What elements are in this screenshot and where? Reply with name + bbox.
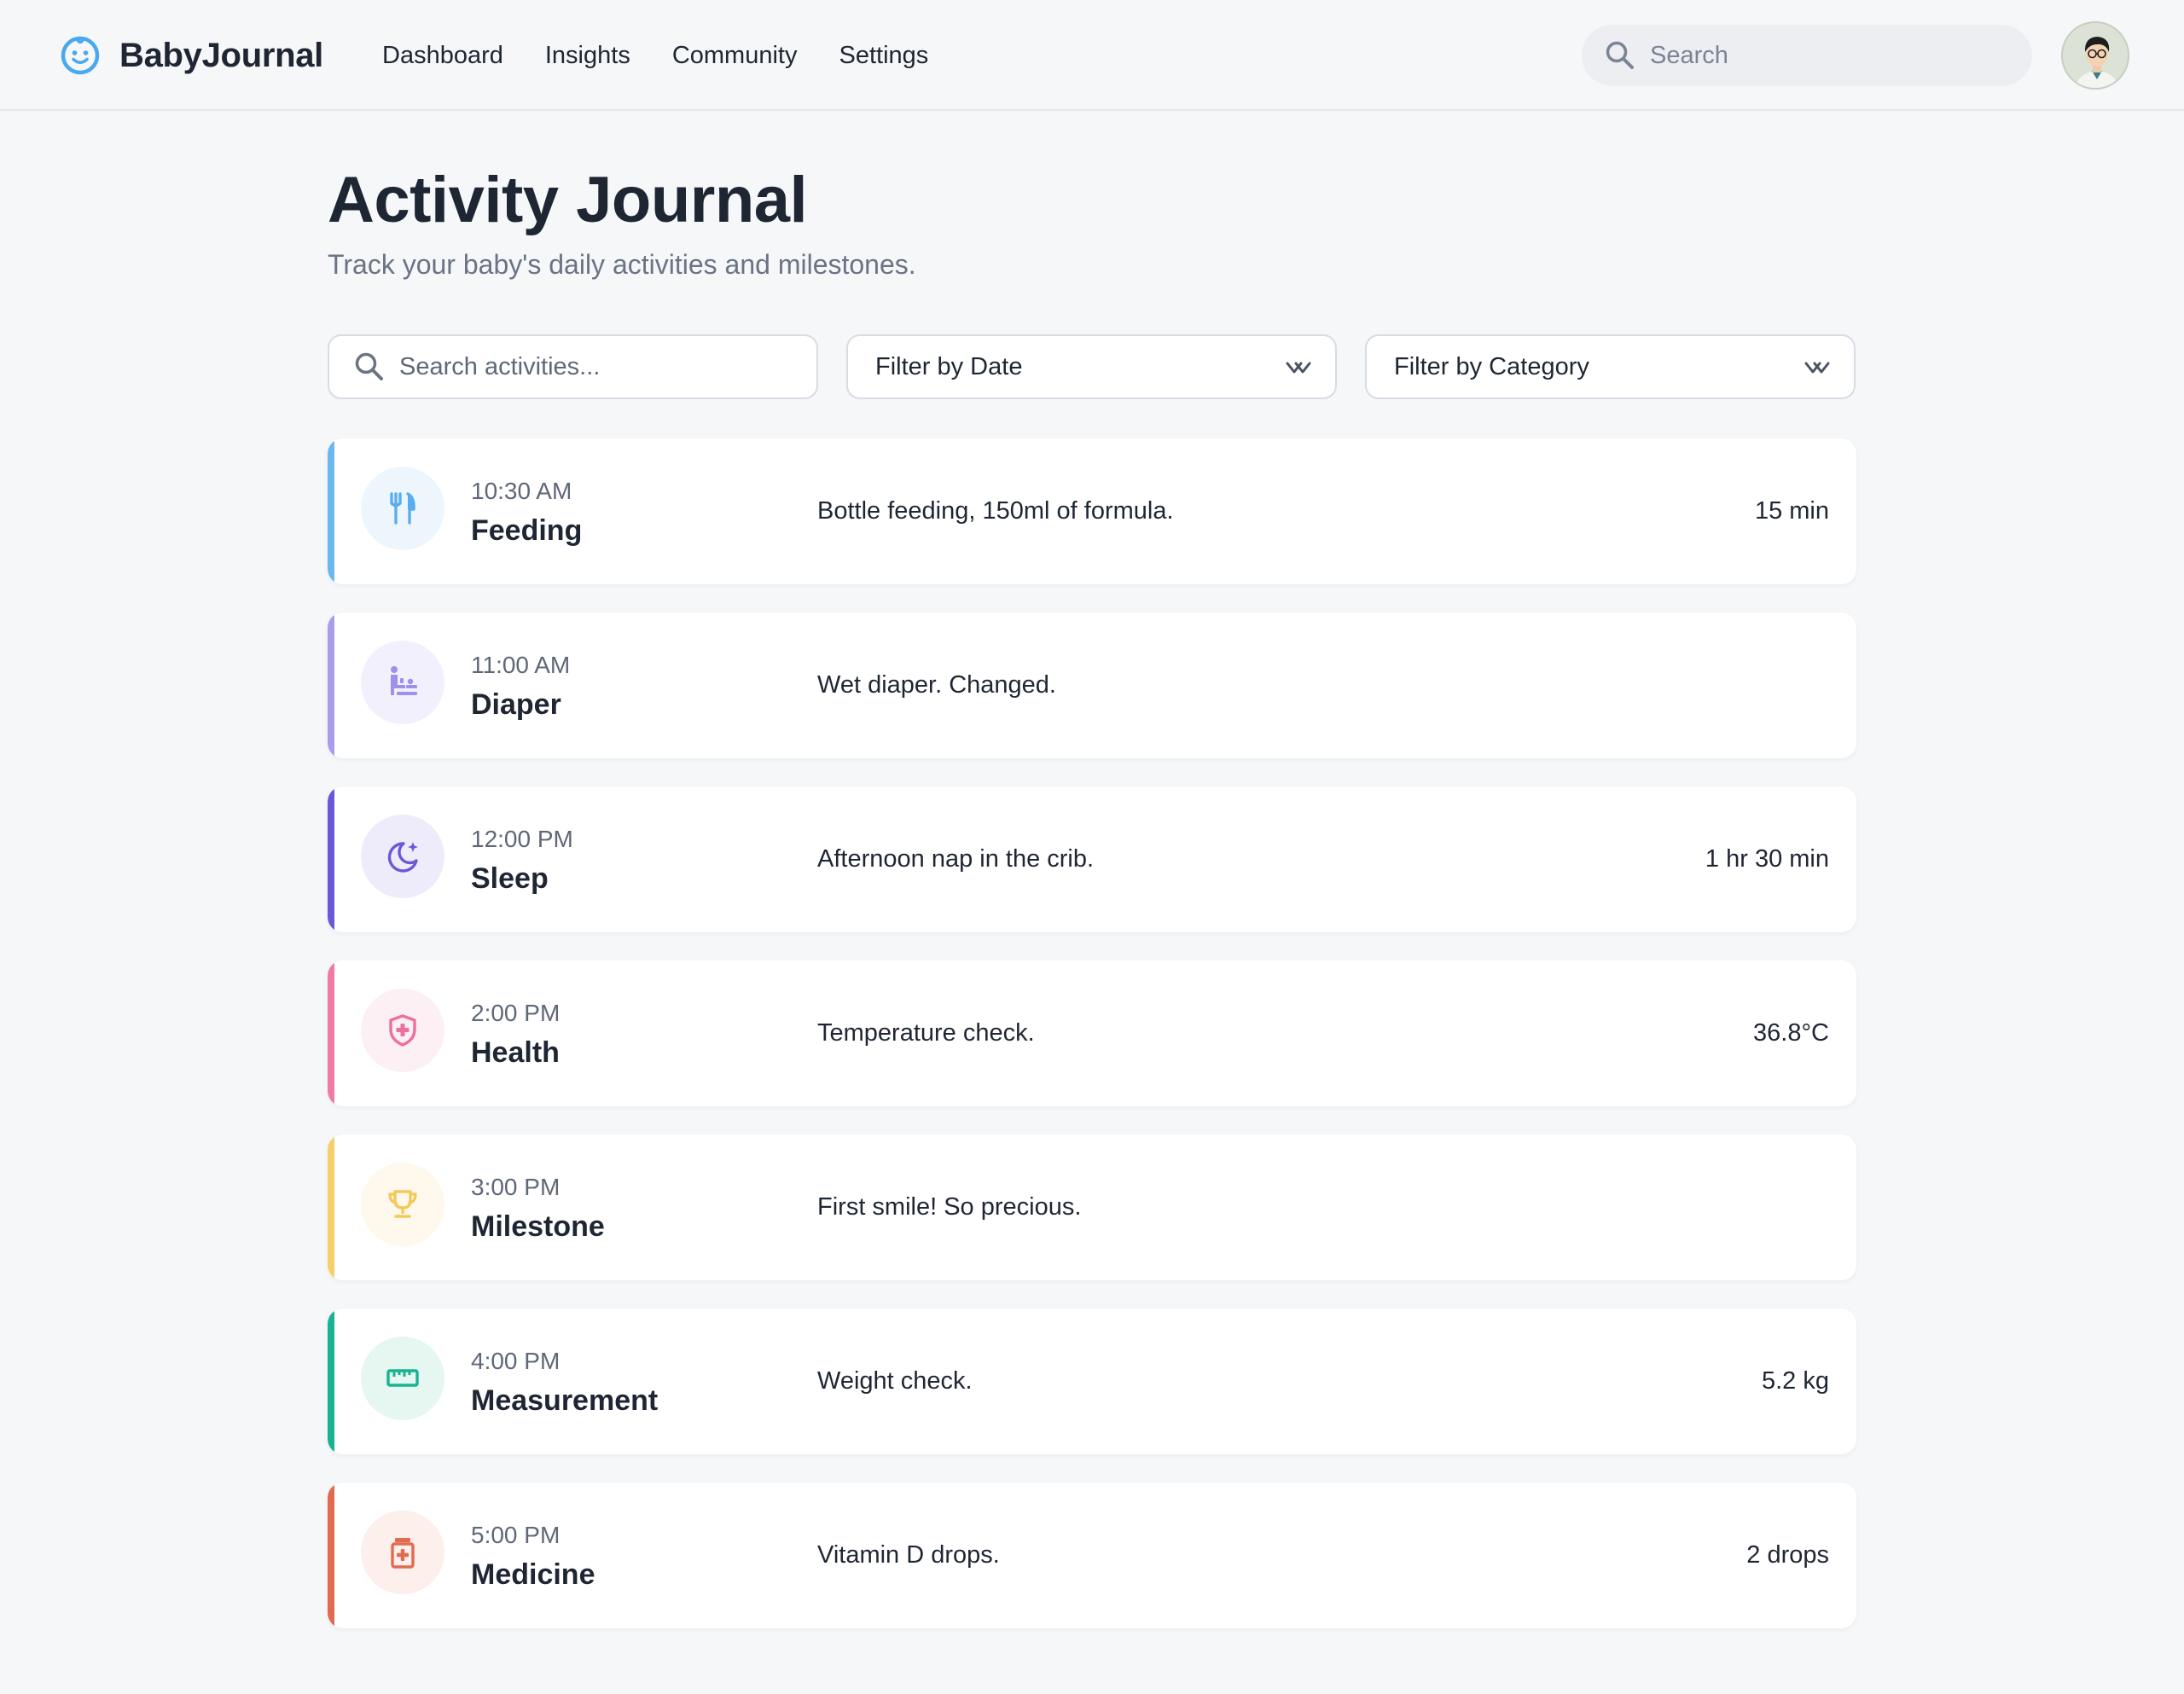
- filter-bar: Filter by Date Filter by Category: [328, 334, 1856, 399]
- category-filter-select[interactable]: Filter by Category: [1365, 334, 1856, 399]
- category-icon-badge: [361, 467, 444, 550]
- app-name: BabyJournal: [119, 36, 323, 74]
- activity-time-block: 5:00 PM Medicine: [471, 1520, 595, 1592]
- category-icon-badge: [361, 815, 444, 898]
- activity-category: Measurement: [471, 1384, 659, 1417]
- activity-value: 36.8°C: [1753, 1019, 1829, 1047]
- nav-link-community[interactable]: Community: [672, 42, 798, 70]
- activity-time: 11:00 AM: [471, 652, 571, 678]
- category-accent-bar: [328, 438, 334, 584]
- activity-time: 12:00 PM: [471, 826, 573, 852]
- activity-card-feeding[interactable]: 10:30 AM Feeding Bottle feeding, 150ml o…: [328, 438, 1856, 584]
- activity-card-medicine[interactable]: 5:00 PM Medicine Vitamin D drops. 2 drop…: [328, 1482, 1856, 1628]
- activity-category: Medicine: [471, 1558, 595, 1591]
- trophy-icon: [388, 1190, 417, 1218]
- activity-description: Vitamin D drops.: [817, 1541, 1000, 1569]
- activity-category: Health: [471, 1036, 560, 1069]
- date-filter-select[interactable]: Filter by Date: [846, 334, 1337, 399]
- activity-card-diaper[interactable]: 11:00 AM Diaper Wet diaper. Changed.: [328, 612, 1856, 758]
- activity-time-block: 3:00 PM Milestone: [471, 1172, 605, 1244]
- category-accent-bar: [328, 1482, 334, 1628]
- page-subtitle: Track your baby's daily activities and m…: [328, 249, 916, 280]
- category-icon-badge: [361, 641, 444, 724]
- activity-time: 4:00 PM: [471, 1348, 561, 1374]
- date-filter-label: Filter by Date: [875, 352, 1023, 380]
- shield-plus-icon: [389, 1014, 416, 1047]
- activity-description: First smile! So precious.: [817, 1193, 1082, 1221]
- category-accent-bar: [328, 960, 334, 1106]
- activity-time: 10:30 AM: [471, 478, 572, 504]
- activity-description: Bottle feeding, 150ml of formula.: [817, 497, 1174, 525]
- activity-category: Diaper: [471, 688, 561, 721]
- medicine-bottle-icon: [391, 1538, 415, 1569]
- moon-star-icon: [387, 842, 418, 873]
- activity-time: 2:00 PM: [471, 1000, 561, 1026]
- activity-value: 1 hr 30 min: [1705, 845, 1829, 873]
- activity-value: 2 drops: [1746, 1541, 1829, 1569]
- ruler-icon: [386, 1369, 419, 1387]
- search-icon: [355, 352, 383, 380]
- category-filter-label: Filter by Category: [1394, 352, 1589, 380]
- category-icon-badge: [361, 1163, 444, 1246]
- activity-value: 15 min: [1754, 497, 1829, 525]
- brand[interactable]: BabyJournal: [60, 32, 323, 78]
- activity-time-block: 4:00 PM Measurement: [471, 1346, 658, 1418]
- category-accent-bar: [328, 786, 334, 932]
- activity-time-block: 11:00 AM Diaper: [471, 650, 570, 722]
- chevron-down-icon: [1804, 362, 1830, 374]
- category-icon-badge: [361, 989, 444, 1072]
- activity-description: Wet diaper. Changed.: [817, 671, 1056, 699]
- category-icon-badge: [361, 1511, 444, 1594]
- category-icon-badge: [361, 1337, 444, 1420]
- category-accent-bar: [328, 1308, 334, 1454]
- main-nav: Dashboard Insights Community Settings: [382, 36, 970, 75]
- header-search-input[interactable]: [1650, 41, 2008, 70]
- activity-description: Afternoon nap in the crib.: [817, 845, 1095, 873]
- baby-face-icon: [61, 36, 100, 75]
- activity-time: 3:00 PM: [471, 1174, 561, 1200]
- activity-value: 5.2 kg: [1762, 1367, 1829, 1395]
- activity-card-measurement[interactable]: 4:00 PM Measurement Weight check. 5.2 kg: [328, 1308, 1856, 1454]
- activity-time-block: 2:00 PM Health: [471, 998, 560, 1070]
- activity-card-sleep[interactable]: 12:00 PM Sleep Afternoon nap in the crib…: [328, 786, 1856, 932]
- activity-category: Sleep: [471, 862, 549, 895]
- activity-card-health[interactable]: 2:00 PM Health Temperature check. 36.8°C: [328, 960, 1856, 1106]
- page-title: Activity Journal: [328, 164, 808, 236]
- activity-card-milestone[interactable]: 3:00 PM Milestone First smile! So precio…: [328, 1134, 1856, 1280]
- activity-time-block: 12:00 PM Sleep: [471, 824, 573, 896]
- activity-category: Feeding: [471, 514, 583, 547]
- chevron-down-icon: [1286, 362, 1311, 374]
- main-content: Activity Journal Track your baby's daily…: [328, 111, 1856, 1628]
- nav-link-dashboard[interactable]: Dashboard: [382, 42, 503, 70]
- search-icon: [1606, 41, 1634, 69]
- header-search-box[interactable]: [1582, 25, 2032, 86]
- activity-list: 10:30 AM Feeding Bottle feeding, 150ml o…: [328, 438, 1856, 1628]
- activity-search-input[interactable]: [399, 352, 792, 381]
- fork-knife-icon: [390, 492, 415, 525]
- category-accent-bar: [328, 612, 334, 758]
- activity-time-block: 10:30 AM Feeding: [471, 476, 582, 548]
- nav-link-settings[interactable]: Settings: [839, 42, 928, 70]
- user-avatar[interactable]: [2061, 21, 2129, 90]
- top-navigation-bar: BabyJournal Dashboard Insights Community…: [0, 0, 2184, 111]
- category-accent-bar: [328, 1134, 334, 1280]
- user-avatar-image: [2063, 23, 2128, 88]
- activity-category: Milestone: [471, 1210, 605, 1243]
- activity-description: Temperature check.: [817, 1019, 1035, 1047]
- nav-link-insights[interactable]: Insights: [545, 42, 630, 70]
- activity-time: 5:00 PM: [471, 1522, 561, 1548]
- activity-description: Weight check.: [817, 1367, 973, 1395]
- activity-search-box[interactable]: [328, 334, 818, 399]
- baby-changing-icon: [391, 666, 417, 695]
